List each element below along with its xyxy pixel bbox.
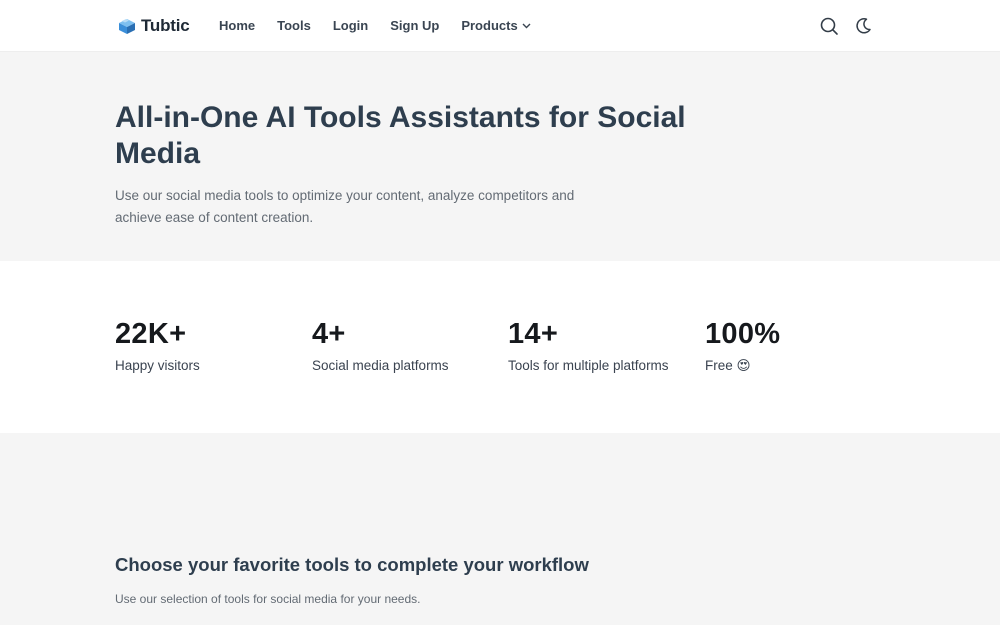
stats-section: 22K+ Happy visitors 4+ Social media plat…	[0, 261, 1000, 433]
stat-tools: 14+ Tools for multiple platforms	[508, 317, 698, 375]
brand-name: Tubtic	[141, 16, 190, 35]
stat-label: Social media platforms	[312, 358, 449, 373]
section-title: Choose your favorite tools to complete y…	[115, 554, 589, 575]
stat-label: Happy visitors	[115, 358, 200, 373]
stat-value: 22K+	[115, 318, 187, 350]
primary-nav: Home Tools Login Sign Up Products	[219, 18, 553, 33]
hero-subtitle: Use our social media tools to optimize y…	[115, 188, 575, 225]
brand-logo-link[interactable]: Tubtic	[117, 16, 190, 36]
stat-value: 100%	[705, 318, 781, 350]
stat-value: 14+	[508, 318, 559, 350]
logo-icon	[119, 19, 135, 34]
nav-link-home[interactable]: Home	[219, 18, 255, 33]
moon-icon[interactable]	[853, 16, 873, 36]
search-icon[interactable]	[819, 16, 839, 36]
hero-title: All-in-One AI Tools Assistants for Socia…	[115, 101, 686, 170]
chevron-down-icon	[522, 23, 531, 28]
nav-actions	[819, 16, 873, 36]
top-navbar: Tubtic Home Tools Login Sign Up Products	[0, 0, 1000, 52]
nav-products-dropdown[interactable]: Products	[461, 18, 531, 33]
products-label: Products	[461, 18, 518, 33]
stat-visitors: 22K+ Happy visitors	[115, 317, 305, 375]
tools-intro-section: Choose your favorite tools to complete y…	[0, 433, 1000, 625]
hero-section: All-in-One AI Tools Assistants for Socia…	[0, 52, 1000, 261]
stat-platforms: 4+ Social media platforms	[312, 317, 502, 375]
section-subtitle: Use our selection of tools for social me…	[115, 592, 421, 606]
nav-link-tools[interactable]: Tools	[277, 18, 311, 33]
stat-label: Free 😍	[705, 358, 751, 373]
stat-label: Tools for multiple platforms	[508, 358, 669, 373]
stat-value: 4+	[312, 318, 346, 350]
nav-link-login[interactable]: Login	[333, 18, 368, 33]
stat-free: 100% Free 😍	[705, 317, 895, 375]
nav-link-signup[interactable]: Sign Up	[390, 18, 439, 33]
